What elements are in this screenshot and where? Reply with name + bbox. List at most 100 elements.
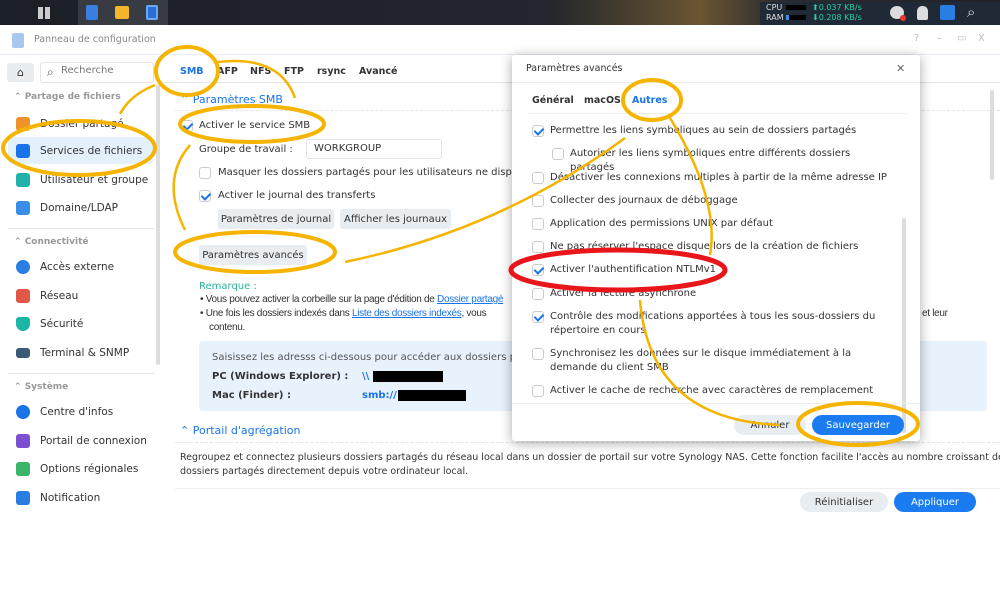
widgets-icon[interactable] <box>940 5 955 20</box>
app-taskbar-button[interactable] <box>140 0 164 25</box>
search-icon[interactable]: ⌕ <box>967 3 975 21</box>
portal-section-header[interactable]: ⌃ Portail d'agrégation <box>180 424 300 437</box>
option-label: Permettre les liens symboliques au sein … <box>550 125 857 136</box>
tab-nfs[interactable]: NFS <box>250 66 271 77</box>
indexed-folders-link[interactable]: Liste des dossiers indexés <box>352 308 462 319</box>
pc-address-label: PC (Windows Explorer) : <box>212 371 349 382</box>
transfer-log-checkbox[interactable] <box>199 190 211 202</box>
close-button[interactable]: X <box>978 33 985 44</box>
tab-afp[interactable]: AFP <box>217 66 238 77</box>
cancel-button[interactable]: Annuler <box>734 415 806 435</box>
minimize-button[interactable]: – <box>937 33 942 44</box>
dialog-tab-general[interactable]: Général <box>532 95 574 106</box>
option-checkbox[interactable] <box>532 385 544 397</box>
advanced-settings-button[interactable]: Paramètres avancés <box>199 245 307 265</box>
transfer-log-label: Activer le journal des transferts <box>218 190 376 201</box>
remark-bullet-2-line2: contenu. <box>209 322 245 333</box>
enable-smb-label: Activer le service SMB <box>199 120 311 131</box>
apply-button[interactable]: Appliquer <box>894 492 976 512</box>
tab-ftp[interactable]: FTP <box>284 66 304 77</box>
sidebar-item-label: Options régionales <box>40 462 139 475</box>
close-icon[interactable]: ✕ <box>896 62 905 75</box>
resource-monitor[interactable]: CPU RAM ⬆0.037 KB/s ⬇0.208 KB/s ⌕ <box>760 2 1000 25</box>
sidebar-item-domain-ldap[interactable]: Domaine/LDAP <box>8 194 153 221</box>
option-label: Activer l'authentification NTLMv1 <box>550 264 716 275</box>
sidebar-item-label: Utilisateur et groupe <box>40 173 149 186</box>
shield-icon <box>16 316 30 331</box>
enable-smb-checkbox[interactable] <box>181 120 193 132</box>
option-checkbox[interactable] <box>532 218 544 230</box>
sidebar-item-terminal-snmp[interactable]: Terminal & SNMP <box>8 339 153 366</box>
terminal-icon <box>16 347 30 358</box>
mac-address-label: Mac (Finder) : <box>212 390 291 401</box>
sidebar-item-external-access[interactable]: Accès externe <box>8 253 153 280</box>
hide-shared-folders-checkbox[interactable] <box>199 167 211 179</box>
option-label: Activer la lecture asynchrone <box>550 288 697 299</box>
window-titlebar: Panneau de configuration ? – ▭ X <box>0 25 1000 55</box>
sidebar-item-label: Domaine/LDAP <box>40 201 119 214</box>
home-icon: ⌂ <box>17 66 24 79</box>
show-logs-button[interactable]: Afficher les journaux <box>340 209 451 229</box>
ram-label: RAM <box>766 13 784 22</box>
section-file-sharing[interactable]: ⌃ Partage de fichiers <box>14 92 121 102</box>
sidebar-item-file-services[interactable]: Services de fichiers <box>8 137 153 164</box>
option-label: Activer le cache de recherche avec carac… <box>550 385 874 396</box>
main-scrollbar[interactable] <box>990 90 994 180</box>
section-connectivity[interactable]: ⌃ Connectivité <box>14 237 88 247</box>
dialog-tab-autres[interactable]: Autres <box>632 95 667 106</box>
option-checkbox[interactable] <box>532 125 544 137</box>
sidebar-item-network[interactable]: Réseau <box>8 282 153 309</box>
user-icon[interactable] <box>917 6 928 20</box>
control-panel-taskbar-button[interactable] <box>80 0 104 25</box>
smb-section-header[interactable]: ⌃ Paramètres SMB <box>180 93 283 106</box>
sidebar-item-label: Sécurité <box>40 317 84 330</box>
option-checkbox[interactable] <box>532 172 544 184</box>
option-label: Désactiver les connexions multiples à pa… <box>550 172 887 183</box>
dialog-scrollbar[interactable] <box>902 218 906 433</box>
annotation-arrow <box>172 144 191 231</box>
workgroup-input[interactable]: WORKGROUP <box>306 139 442 159</box>
tab-advanced[interactable]: Avancé <box>359 66 397 77</box>
sidebar-item-login-portal[interactable]: Portail de connexion <box>8 427 153 454</box>
sidebar-item-user-group[interactable]: Utilisateur et groupe <box>8 166 153 193</box>
tab-smb[interactable]: SMB <box>180 66 204 77</box>
option-checkbox[interactable] <box>532 311 544 323</box>
search-field[interactable]: ⌕ <box>40 62 154 83</box>
sidebar-item-shared-folder[interactable]: Dossier partagé <box>8 110 153 137</box>
option-label: Ne pas réserver l'espace disque lors de … <box>550 241 859 252</box>
redacted-block <box>373 371 443 382</box>
sidebar-item-label: Dossier partagé <box>40 117 124 130</box>
main-menu-button[interactable] <box>32 0 56 25</box>
search-input[interactable] <box>61 65 149 76</box>
shared-folder-link[interactable]: Dossier partagé <box>437 294 503 305</box>
pc-address-value: \\ <box>362 371 370 382</box>
remark-bullet-2-after: , vous <box>461 308 487 319</box>
option-checkbox[interactable] <box>532 241 544 253</box>
option-checkbox[interactable] <box>532 264 544 276</box>
mac-address-value: smb:// <box>362 390 397 401</box>
help-button[interactable]: ? <box>914 33 919 44</box>
remark-bullet-2: • Une fois les dossiers indexés dans Lis… <box>200 308 487 319</box>
option-checkbox[interactable] <box>532 288 544 300</box>
sidebar-scrollbar[interactable] <box>156 85 160 365</box>
option-checkbox[interactable] <box>532 348 544 360</box>
file-station-taskbar-button[interactable] <box>110 0 134 25</box>
sidebar-item-security[interactable]: Sécurité <box>8 310 153 337</box>
restore-button[interactable]: ▭ <box>957 33 966 44</box>
sidebar-item-notification[interactable]: Notification <box>8 484 153 511</box>
tab-rsync[interactable]: rsync <box>317 66 346 77</box>
option-checkbox[interactable] <box>552 148 564 160</box>
sidebar-item-info-center[interactable]: Centre d'infos <box>8 398 153 425</box>
option-checkbox[interactable] <box>532 195 544 207</box>
section-system[interactable]: ⌃ Système <box>14 382 68 392</box>
reset-button[interactable]: Réinitialiser <box>800 492 888 512</box>
notification-chat-icon[interactable] <box>890 6 906 21</box>
download-rate: ⬇0.208 KB/s <box>812 13 862 22</box>
home-button[interactable]: ⌂ <box>7 63 34 82</box>
save-button[interactable]: Sauvegarder <box>812 415 904 435</box>
sidebar-item-regional-options[interactable]: Options régionales <box>8 455 153 482</box>
dialog-tab-macos[interactable]: macOS <box>584 95 621 106</box>
info-icon <box>16 404 30 419</box>
log-settings-button[interactable]: Paramètres de journal <box>218 209 334 229</box>
access-intro: Saisissez les adresss ci-dessous pour ac… <box>212 352 554 363</box>
